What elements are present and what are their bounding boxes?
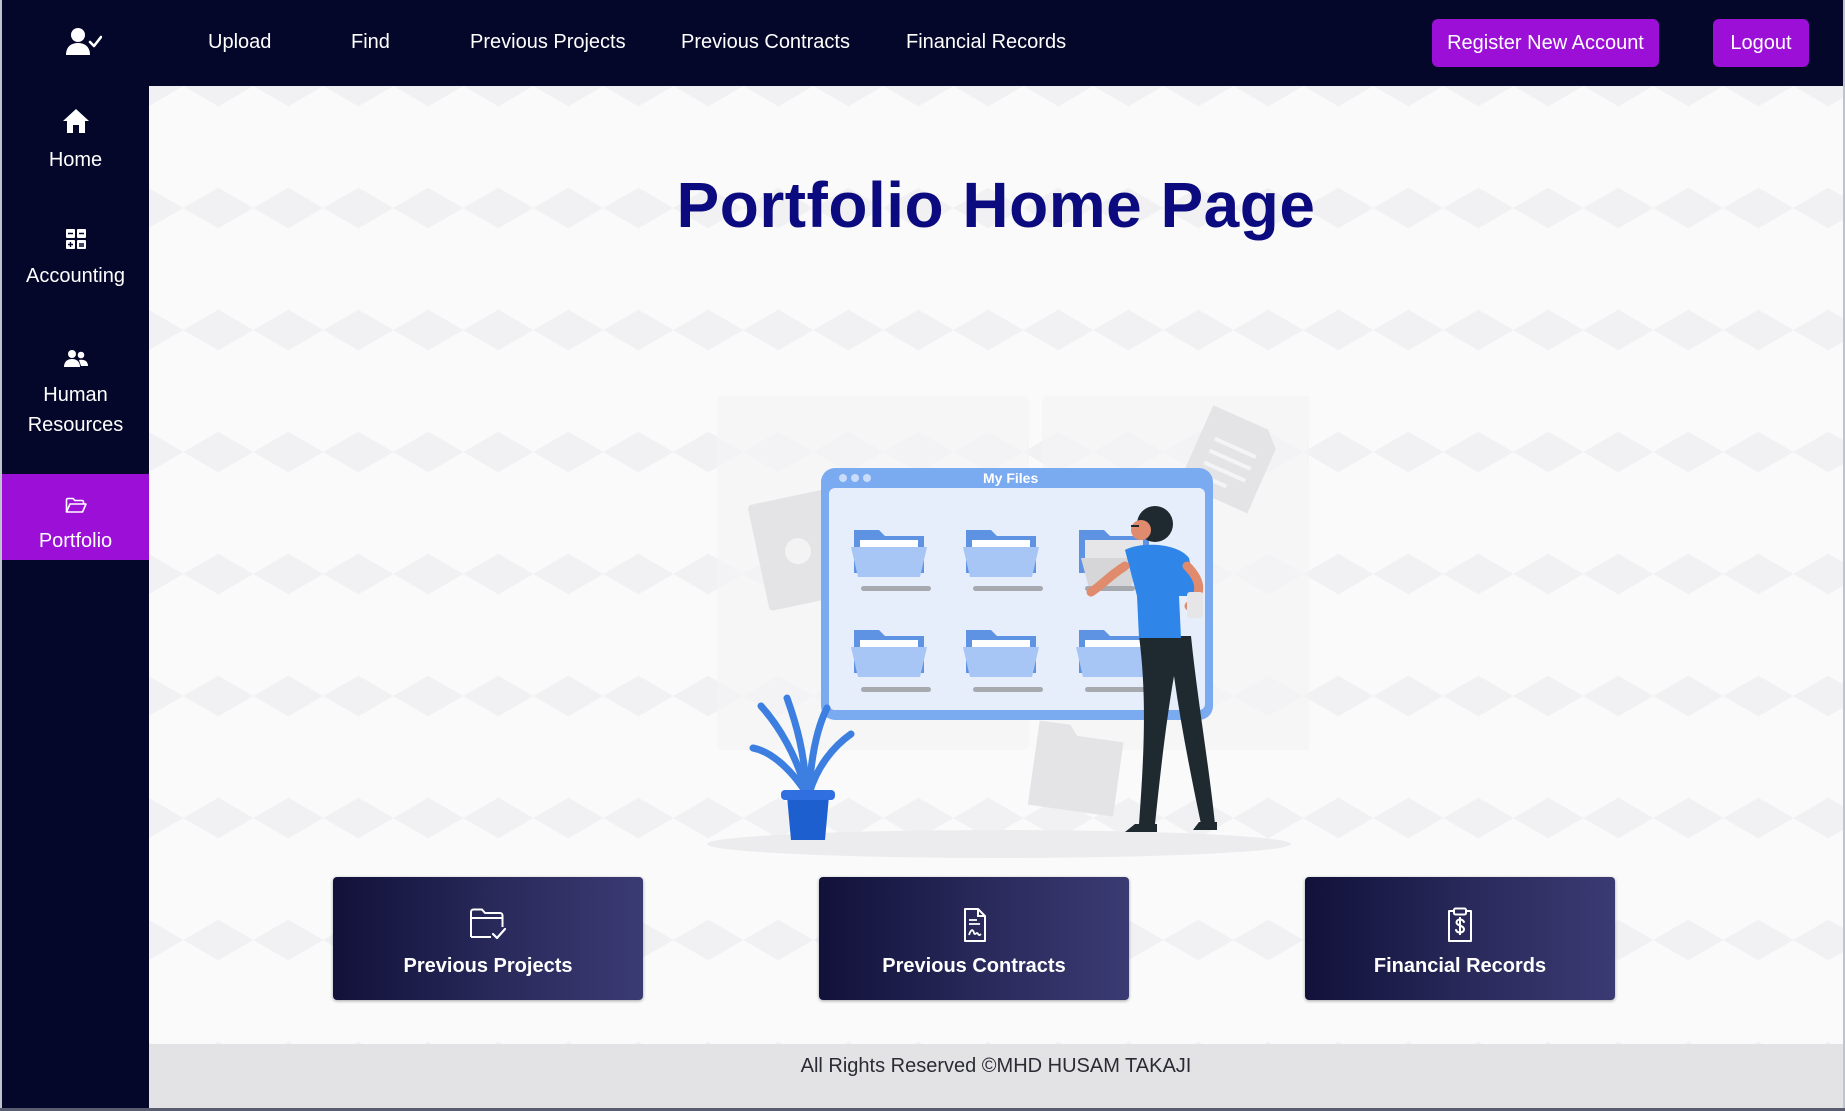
hero-window-title: My Files <box>983 470 1038 486</box>
sidebar-item-label-line1: Human <box>43 384 108 406</box>
folder-check-icon <box>469 907 507 943</box>
footer-copyright: All Rights Reserved ©MHD HUSAM TAKAJI <box>800 1055 1192 1077</box>
card-label: Financial Records <box>1373 955 1547 977</box>
sidebar-item-label: Accounting <box>26 265 125 287</box>
page-title: Portfolio Home Page <box>676 169 1316 241</box>
register-new-account-button[interactable]: Register New Account <box>1432 19 1659 67</box>
card-previous-projects[interactable]: Previous Projects <box>333 877 643 1000</box>
sidebar-item-human-resources[interactable]: Human Resources <box>2 348 149 448</box>
home-icon <box>2 108 149 143</box>
contract-icon <box>955 907 993 943</box>
card-label: Previous Projects <box>403 955 573 977</box>
card-previous-contracts[interactable]: Previous Contracts <box>819 877 1129 1000</box>
users-icon <box>2 348 149 378</box>
user-check-icon[interactable] <box>66 26 103 58</box>
clipboard-dollar-icon <box>1441 907 1479 943</box>
footer: All Rights Reserved ©MHD HUSAM TAKAJI <box>149 1044 1843 1108</box>
nav-link-find[interactable]: Find <box>351 31 390 54</box>
top-navbar: Upload Find Previous Projects Previous C… <box>2 0 1843 86</box>
nav-link-previous-projects[interactable]: Previous Projects <box>470 31 626 54</box>
sidebar-item-label: Portfolio <box>38 530 113 552</box>
nav-link-financial-records[interactable]: Financial Records <box>906 31 1066 54</box>
sidebar-item-label-line2: Resources <box>27 414 124 436</box>
card-financial-records[interactable]: Financial Records <box>1305 877 1615 1000</box>
quick-links: Previous Projects Previous Contracts Fin… <box>149 877 1843 1001</box>
nav-link-previous-contracts[interactable]: Previous Contracts <box>681 31 850 54</box>
sidebar-item-label: Home <box>48 149 103 171</box>
sidebar-item-portfolio[interactable]: Portfolio <box>2 474 149 560</box>
nav-link-upload[interactable]: Upload <box>208 31 271 54</box>
calculator-icon <box>2 228 149 259</box>
sidebar-item-home[interactable]: Home <box>2 108 149 188</box>
logout-button[interactable]: Logout <box>1713 19 1809 67</box>
hero-illustration: My Files <box>669 296 1348 876</box>
main-content: Portfolio Home Page My Files Previous Pr… <box>149 86 1843 1044</box>
sidebar-item-accounting[interactable]: Accounting <box>2 228 149 298</box>
folder-open-icon <box>2 494 149 524</box>
sidebar: Home Accounting Human Resources Portfoli… <box>2 86 149 1108</box>
card-label: Previous Contracts <box>882 955 1066 977</box>
